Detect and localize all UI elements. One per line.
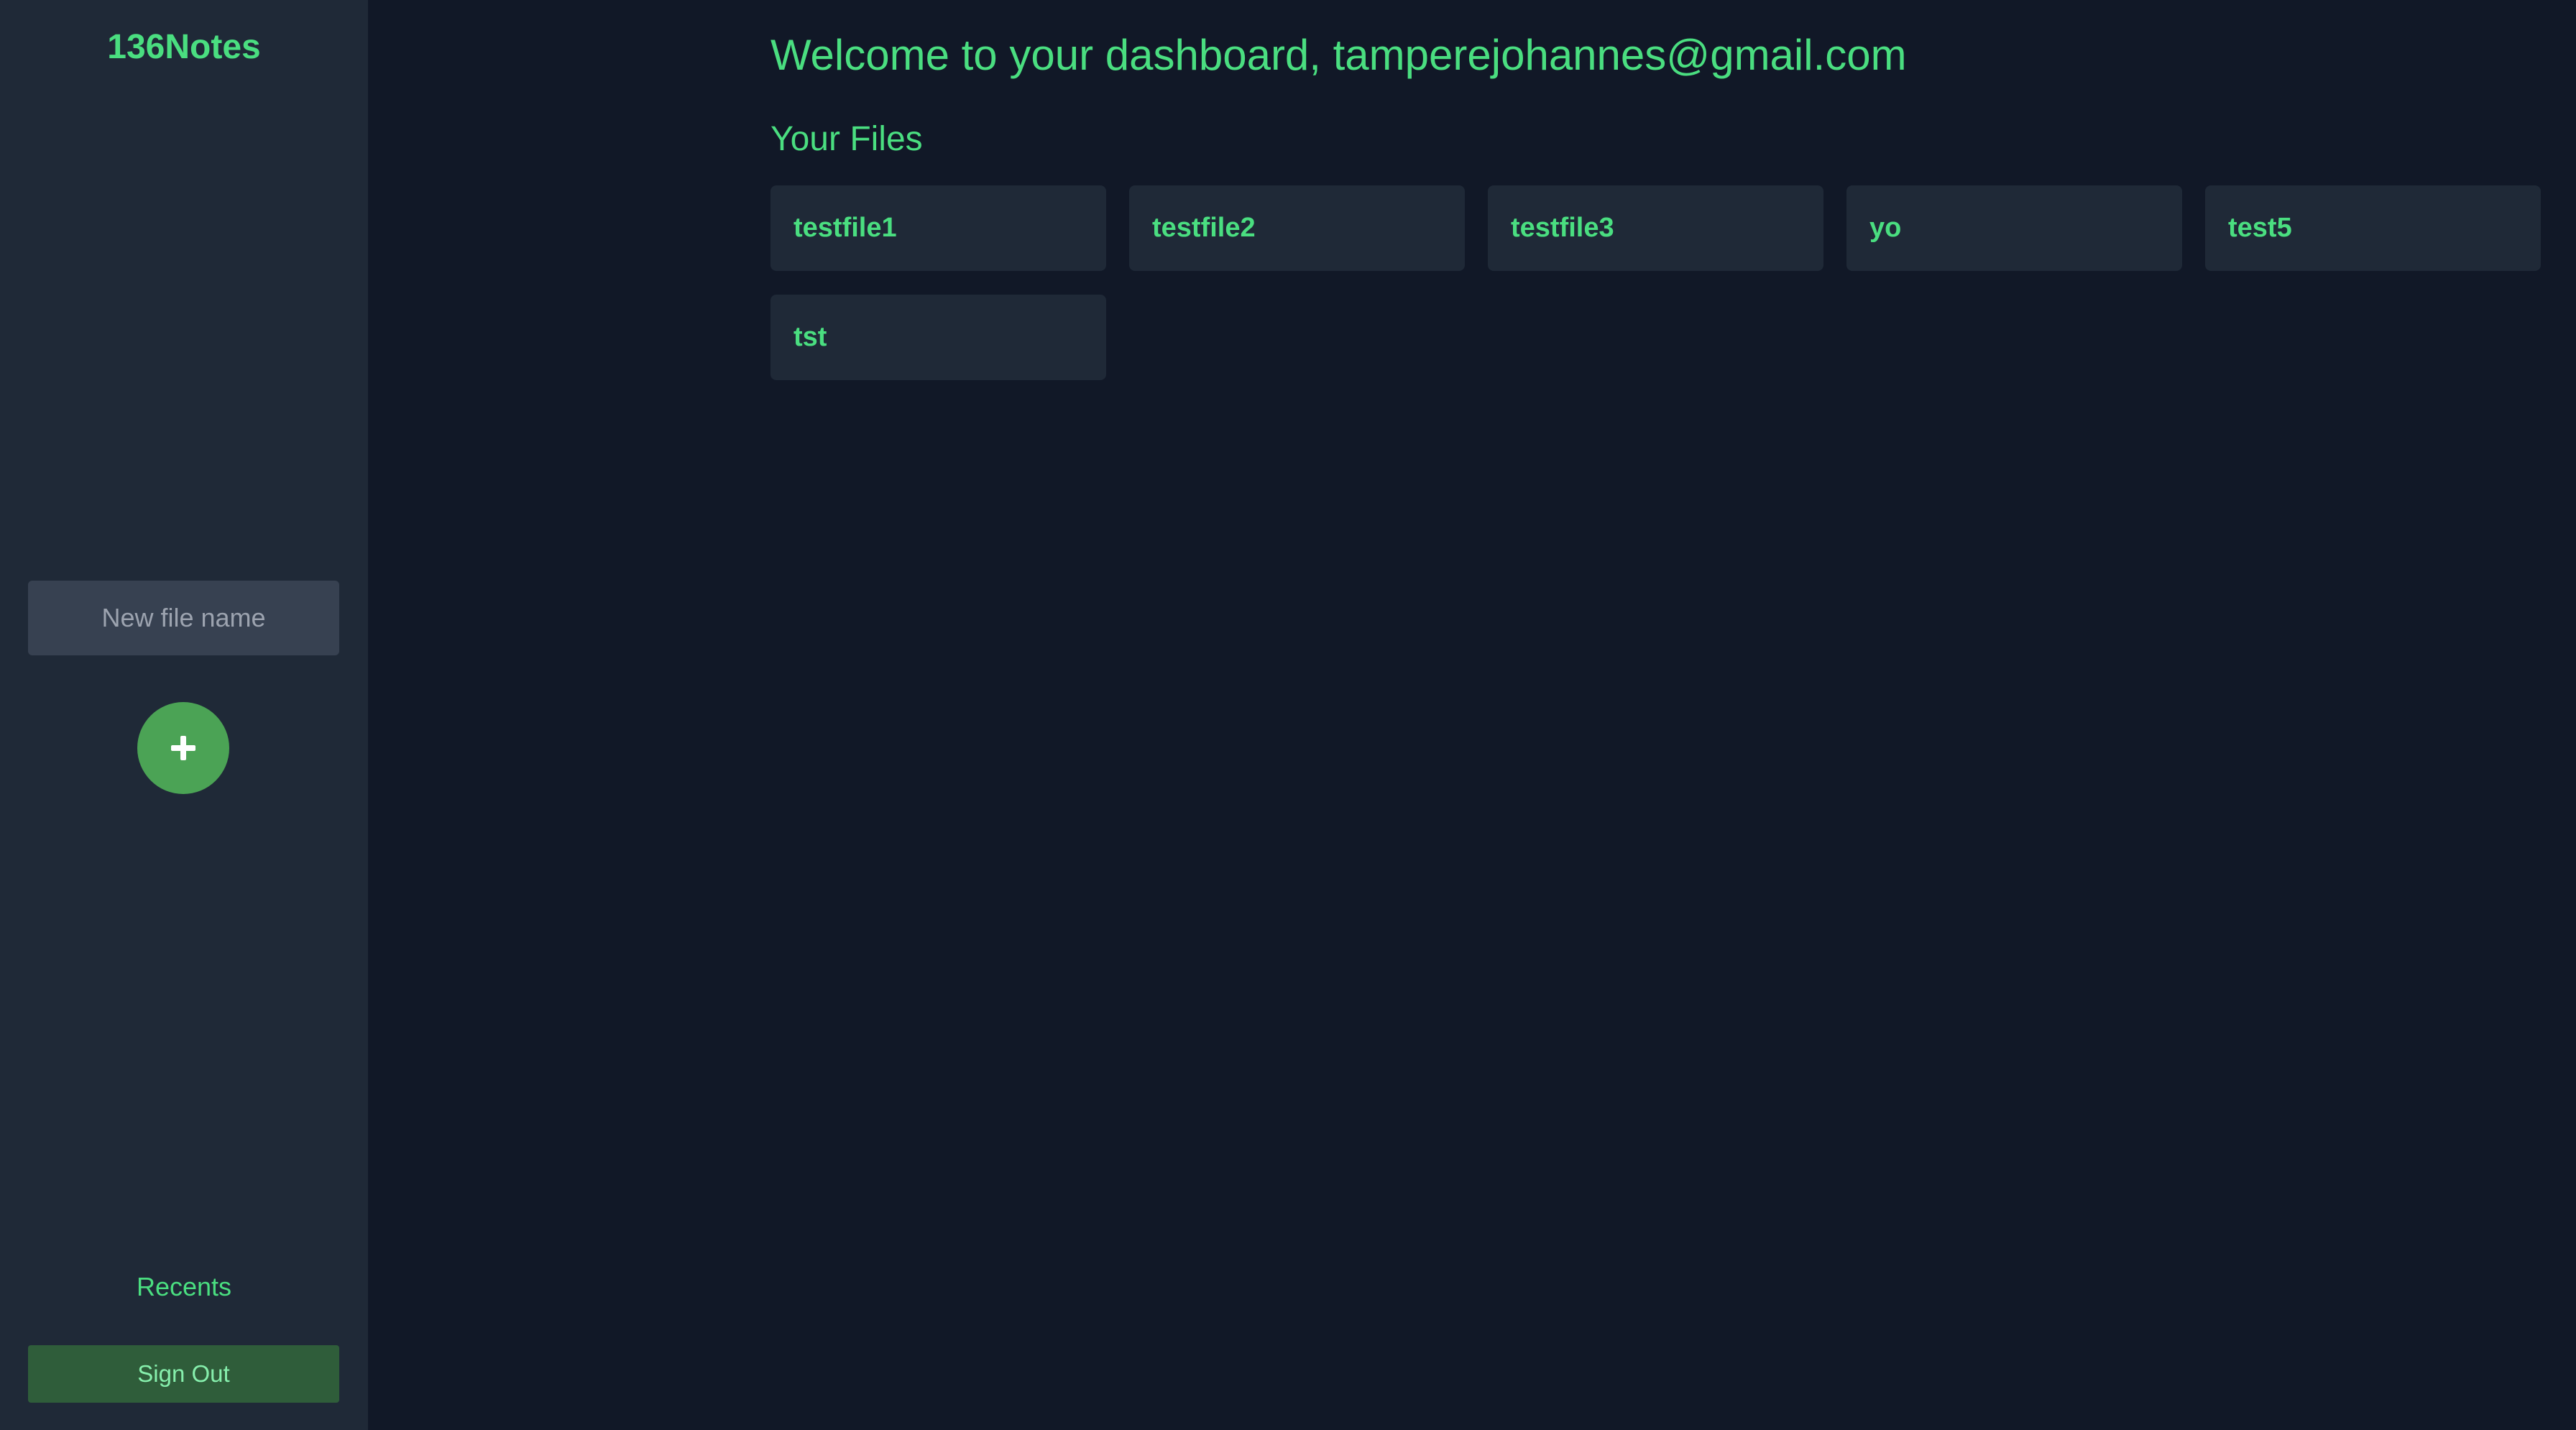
file-grid: testfile1 testfile2 testfile3 yo test5 t… xyxy=(770,185,2542,380)
welcome-heading: Welcome to your dashboard, tamperejohann… xyxy=(770,31,1907,79)
recents-link[interactable]: Recents xyxy=(0,1272,368,1302)
main-content: Welcome to your dashboard, tamperejohann… xyxy=(368,0,2576,1430)
file-card[interactable]: testfile3 xyxy=(1488,185,1823,271)
app: 136Notes Recents Sign Out Welcome to you… xyxy=(0,0,2576,1430)
add-file-button[interactable] xyxy=(137,702,229,794)
sidebar: 136Notes Recents Sign Out xyxy=(0,0,368,1430)
file-card[interactable]: yo xyxy=(1846,185,2182,271)
file-card[interactable]: testfile2 xyxy=(1129,185,1465,271)
plus-icon xyxy=(171,736,196,760)
new-file-name-input[interactable] xyxy=(28,581,339,655)
files-section-title: Your Files xyxy=(770,120,923,158)
file-card[interactable]: tst xyxy=(770,295,1106,380)
sign-out-button[interactable]: Sign Out xyxy=(28,1345,339,1403)
file-card[interactable]: test5 xyxy=(2205,185,2541,271)
brand-logo: 136Notes xyxy=(107,28,261,66)
file-card[interactable]: testfile1 xyxy=(770,185,1106,271)
